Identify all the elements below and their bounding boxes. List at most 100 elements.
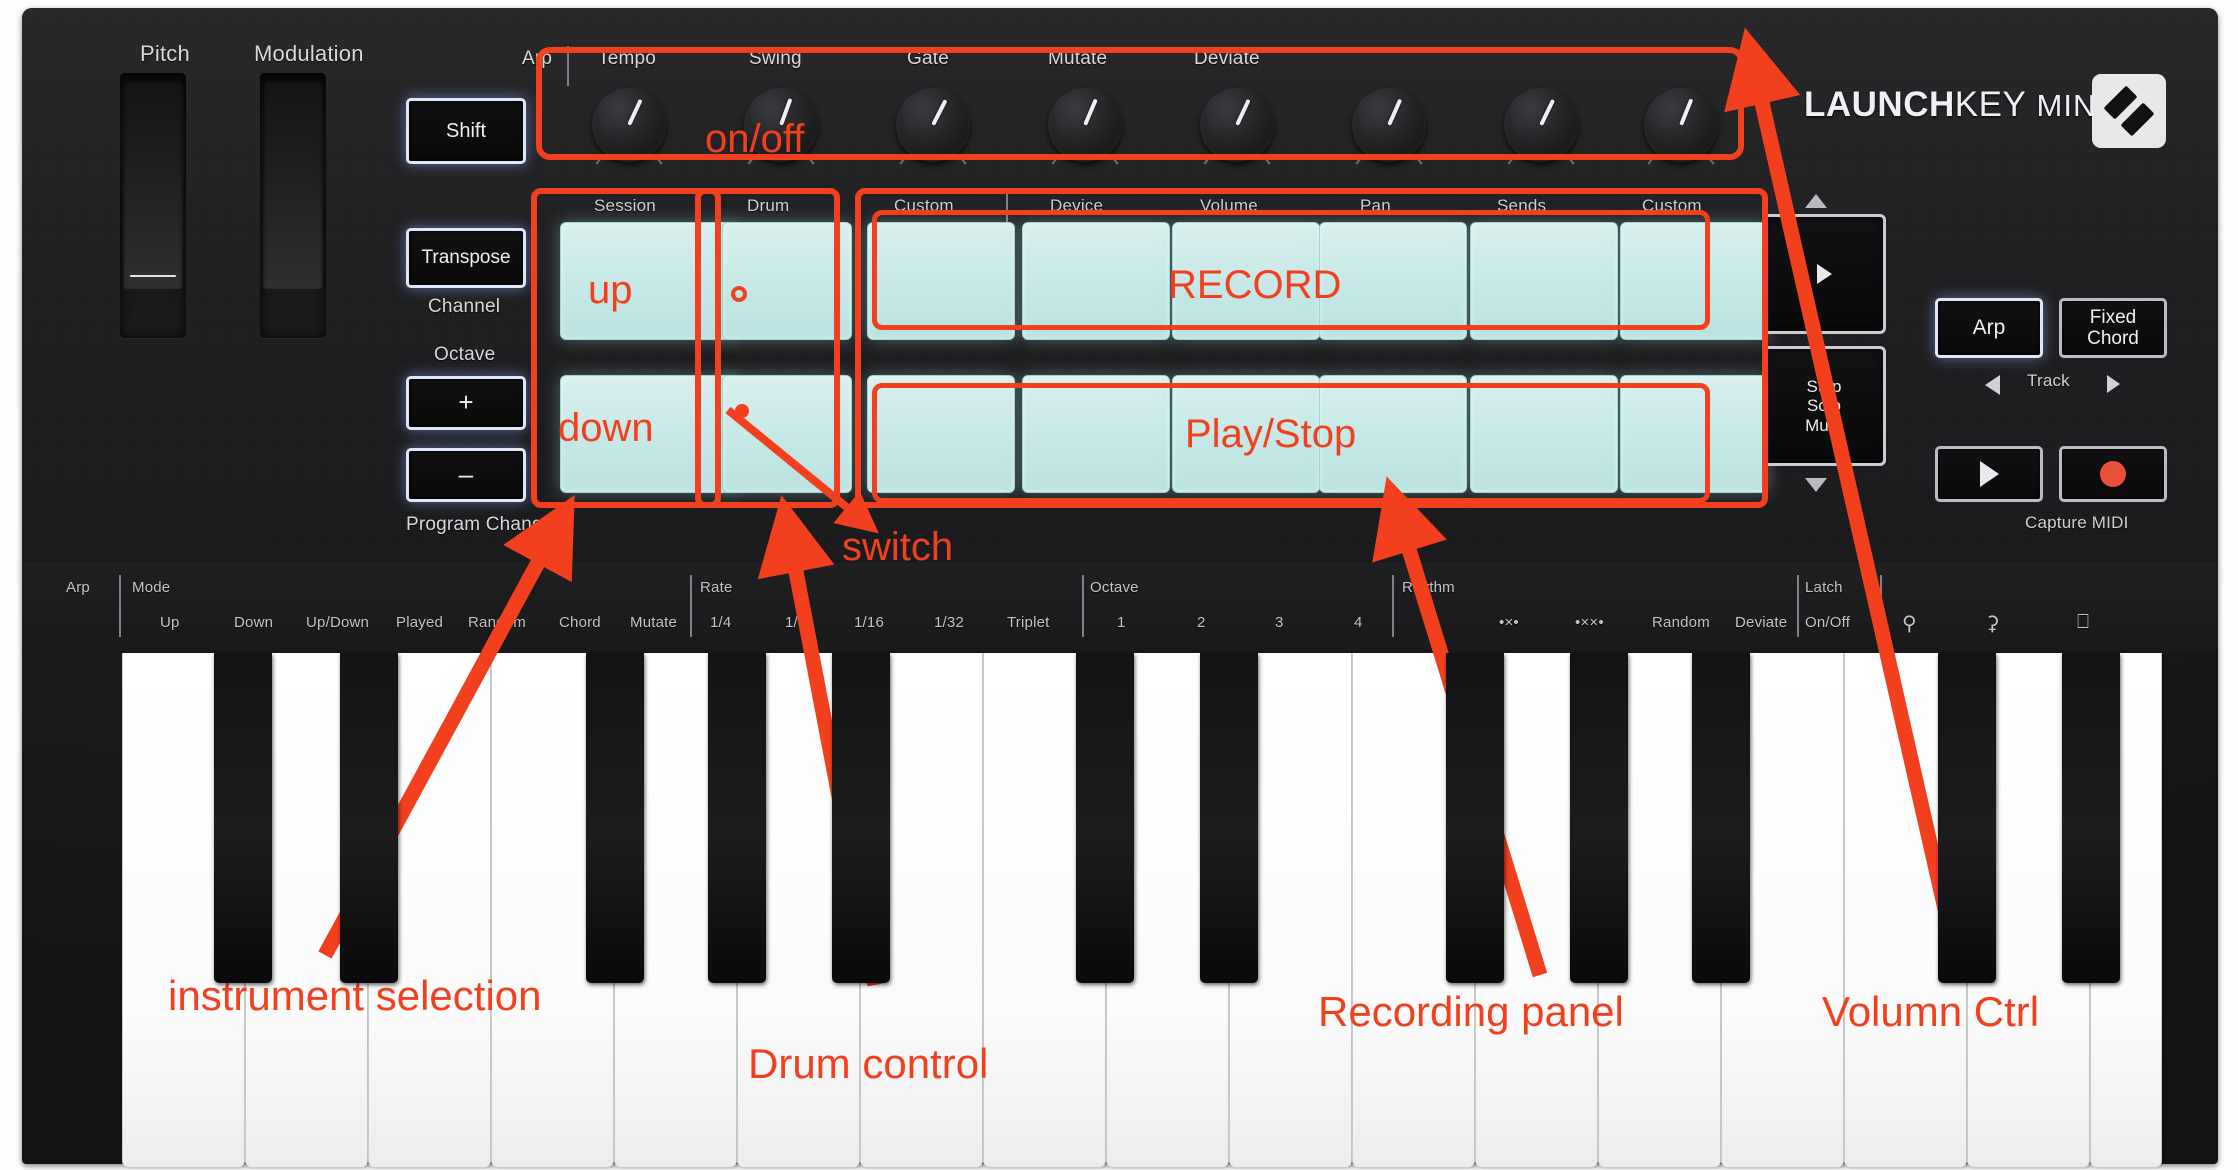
annotation-box-drum-control: [695, 188, 840, 508]
legend-group-octave: Octave: [1090, 579, 1139, 596]
legend-rhythm-2: •××•: [1575, 614, 1604, 631]
fixed-chord-line1: Fixed: [2089, 306, 2137, 328]
annotation-dot-on: [731, 286, 747, 302]
legend-sep-0: [119, 575, 121, 637]
legend-mode-random: Random: [468, 614, 526, 631]
shift-button[interactable]: Shift: [406, 98, 526, 164]
octave-down-label: –: [458, 459, 474, 490]
legend-rate-1-8: 1/8: [785, 614, 807, 631]
legend-octave-3: 3: [1275, 614, 1284, 631]
mute-label: Mute: [1805, 415, 1843, 435]
legend-group-latch: Latch: [1805, 579, 1843, 596]
black-key-9[interactable]: [1570, 653, 1628, 983]
legend-sep-1: [690, 575, 692, 637]
arp-button[interactable]: Arp: [1935, 298, 2043, 358]
legend-mode-updown: Up/Down: [306, 614, 370, 631]
legend-rhythm-3: Random: [1652, 614, 1710, 631]
fixed-chord-button[interactable]: Fixed Chord: [2059, 298, 2167, 358]
modulation-wheel[interactable]: [260, 73, 326, 338]
legend-sym-3: ⎕: [2077, 611, 2090, 633]
scene-launch-button[interactable]: [1762, 214, 1886, 334]
pitch-wheel-notch: [130, 275, 176, 277]
play-icon: [1979, 461, 1999, 487]
black-key-11[interactable]: [1938, 653, 1996, 983]
annotation-label-down: down: [558, 406, 654, 450]
keyboard-legend-strip: Arp Mode Up Down Up/Down Played Random C…: [22, 563, 2218, 653]
legend-sep-5: [1880, 575, 1882, 637]
legend-latch-onoff: On/Off: [1805, 614, 1851, 631]
annotation-label-switch: switch: [842, 525, 954, 569]
octave-down-button[interactable]: –: [406, 448, 526, 502]
legend-sep-4: [1797, 575, 1799, 637]
annotation-label-play-stop: Play/Stop: [1185, 412, 1357, 456]
annotation-label-recording-panel: Recording panel: [1318, 988, 1624, 1035]
legend-rhythm-1: •×•: [1499, 614, 1519, 631]
keyboard: [122, 653, 2162, 1168]
play-arrow-icon: [1816, 264, 1832, 284]
black-key-1[interactable]: [214, 653, 272, 983]
stop-label: Stop: [1806, 376, 1842, 396]
legend-octave-4: 4: [1354, 614, 1363, 631]
screenshot-root: Pitch Modulation Shift Transpose Channel…: [0, 0, 2238, 1170]
octave-up-label: +: [458, 387, 474, 418]
annotation-label-up: up: [588, 268, 633, 312]
record-icon: [2100, 461, 2126, 487]
annotation-label-on-off: on/off: [705, 117, 805, 161]
pitch-wheel-label: Pitch: [140, 41, 190, 66]
legend-group-mode: Mode: [132, 579, 171, 596]
black-key-3[interactable]: [586, 653, 644, 983]
octave-up-button[interactable]: +: [406, 376, 526, 430]
black-key-7[interactable]: [1200, 653, 1258, 983]
legend-rate-1-16: 1/16: [854, 614, 884, 631]
black-key-5[interactable]: [832, 653, 890, 983]
octave-label: Octave: [434, 344, 496, 365]
annotation-label-record: RECORD: [1168, 263, 1342, 307]
transpose-button-label: Transpose: [421, 247, 511, 269]
legend-octave-2: 2: [1197, 614, 1206, 631]
annotation-label-volumn-ctrl: Volumn Ctrl: [1822, 988, 2040, 1035]
legend-mode-played: Played: [396, 614, 444, 631]
track-next-icon[interactable]: [2107, 375, 2120, 393]
scene-up-arrow-icon: [1805, 194, 1827, 208]
legend-mode-mutate: Mutate: [630, 614, 678, 631]
black-key-2[interactable]: [340, 653, 398, 983]
legend-mode-down: Down: [234, 614, 274, 631]
legend-arp: Arp: [66, 579, 90, 596]
arp-button-label: Arp: [1972, 316, 2006, 340]
pitch-wheel[interactable]: [120, 73, 186, 338]
record-button[interactable]: [2059, 446, 2167, 502]
annotation-box-instrument-selection: [531, 188, 721, 508]
modulation-wheel-roller[interactable]: [263, 79, 323, 289]
legend-rate-1-4: 1/4: [710, 614, 732, 631]
annotation-dot-off: [735, 404, 749, 418]
scene-down-arrow-icon: [1805, 478, 1827, 492]
legend-mode-up: Up: [160, 614, 180, 631]
transpose-button[interactable]: Transpose: [406, 228, 526, 288]
black-key-10[interactable]: [1692, 653, 1750, 983]
fixed-chord-line2: Chord: [2087, 328, 2139, 349]
black-key-8[interactable]: [1446, 653, 1504, 983]
shift-button-label: Shift: [445, 119, 487, 142]
brand-wordmark: LAUNCHKEY MINI: [1804, 85, 2106, 125]
legend-rate-1-32: 1/32: [934, 614, 964, 631]
modulation-wheel-label: Modulation: [254, 41, 364, 66]
legend-rate-triplet: Triplet: [1007, 614, 1050, 631]
track-prev-icon[interactable]: [1985, 375, 2000, 395]
pitch-wheel-roller[interactable]: [123, 79, 183, 289]
novation-logo-icon: [2092, 74, 2166, 148]
legend-mode-chord: Chord: [559, 614, 601, 631]
brand-launch: LAUNCH: [1804, 85, 1955, 124]
black-key-4[interactable]: [708, 653, 766, 983]
legend-rhythm-4: Deviate: [1735, 614, 1788, 631]
program-change-label: Program Change: [406, 514, 554, 535]
stop-solo-mute-button[interactable]: Stop Solo Mute: [1762, 346, 1886, 466]
legend-sym-1: ⚲: [1902, 613, 1917, 635]
brand-key: KEY: [1954, 85, 2027, 124]
black-key-6[interactable]: [1076, 653, 1134, 983]
legend-octave-1: 1: [1117, 614, 1126, 631]
legend-group-rhythm: Rhythm: [1402, 579, 1455, 596]
black-key-12[interactable]: [2062, 653, 2120, 983]
play-button[interactable]: [1935, 446, 2043, 502]
legend-group-rate: Rate: [700, 579, 733, 596]
legend-sym-2: ⚳: [1985, 613, 2000, 635]
